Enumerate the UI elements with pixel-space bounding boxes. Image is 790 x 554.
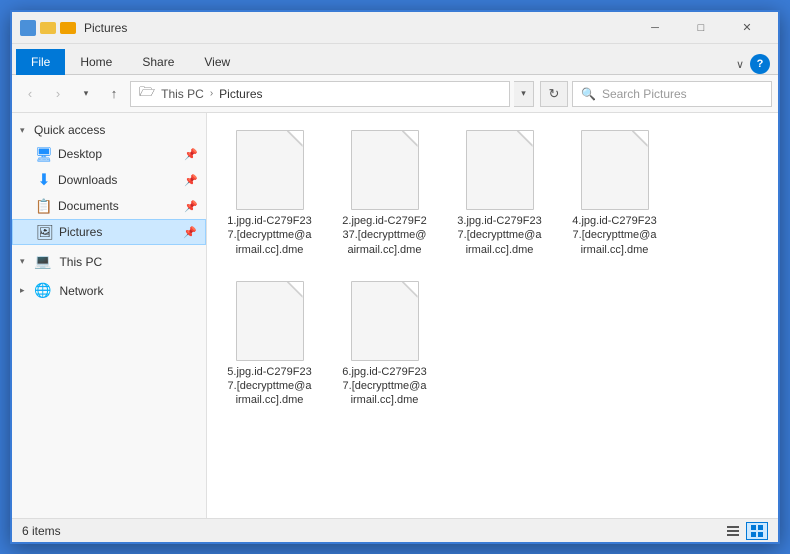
downloads-icon: ⬇ bbox=[36, 172, 52, 188]
network-icon: 🌐 bbox=[34, 282, 51, 299]
pin-icon-doc: 📌 bbox=[184, 200, 198, 213]
view-grid-icon bbox=[750, 524, 764, 538]
breadcrumb-pictures: Pictures bbox=[219, 87, 262, 101]
back-button[interactable]: ‹ bbox=[18, 82, 42, 106]
sidebar-item-desktop-label: Desktop bbox=[58, 147, 178, 161]
search-input[interactable]: 🔍 Search Pictures bbox=[572, 81, 772, 107]
file-page-icon-4 bbox=[581, 130, 649, 210]
sidebar-item-desktop[interactable]: 🖥 Desktop 📌 bbox=[12, 141, 206, 167]
pictures-icon: 🖼 bbox=[37, 224, 53, 240]
ribbon: File Home Share View ∨ ? bbox=[12, 44, 778, 75]
file-icon-container-5 bbox=[230, 281, 310, 361]
chevron-down-icon[interactable]: ∨ bbox=[736, 58, 744, 71]
network-label: Network bbox=[59, 284, 103, 298]
file-page-icon-3 bbox=[466, 130, 534, 210]
file-name-5: 5.jpg.id-C279F237.[decrypttme@airmail.cc… bbox=[227, 365, 311, 408]
view-list-button[interactable] bbox=[722, 522, 744, 540]
refresh-button[interactable]: ↻ bbox=[540, 81, 568, 107]
recent-locations-button[interactable]: ▾ bbox=[74, 82, 98, 106]
tab-home[interactable]: Home bbox=[65, 48, 127, 74]
address-bar: ‹ › ▾ ↑ 🗁 This PC › Pictures ▾ ↻ 🔍 Searc… bbox=[12, 75, 778, 113]
view-list-icon bbox=[726, 524, 740, 538]
tab-share[interactable]: Share bbox=[127, 48, 189, 74]
file-icon-container-4 bbox=[575, 130, 655, 210]
file-item-3[interactable]: 3.jpg.id-C279F237.[decrypttme@airmail.cc… bbox=[447, 123, 552, 264]
file-grid-wrapper: 1.jpg.id-C279F237.[decrypttme@airmail.cc… bbox=[207, 113, 778, 518]
ribbon-tabs: File Home Share View ∨ ? bbox=[12, 44, 778, 74]
file-item-5[interactable]: 5.jpg.id-C279F237.[decrypttme@airmail.cc… bbox=[217, 274, 322, 415]
tb-icon1 bbox=[20, 20, 36, 36]
file-icon-container-6 bbox=[345, 281, 425, 361]
file-name-4: 4.jpg.id-C279F237.[decrypttme@airmail.cc… bbox=[572, 214, 656, 257]
search-placeholder: Search Pictures bbox=[602, 87, 687, 101]
tab-file[interactable]: File bbox=[16, 49, 65, 75]
tb-icon3 bbox=[60, 22, 76, 34]
file-name-6: 6.jpg.id-C279F237.[decrypttme@airmail.cc… bbox=[342, 365, 426, 408]
sidebar-item-downloads[interactable]: ⬇ Downloads 📌 bbox=[12, 167, 206, 193]
title-bar: Pictures ─ □ ✕ bbox=[12, 12, 778, 44]
address-dropdown-button[interactable]: ▾ bbox=[514, 81, 534, 107]
sidebar-item-pictures[interactable]: 🖼 Pictures 📌 bbox=[12, 219, 206, 245]
network-chevron: ▸ bbox=[20, 285, 30, 296]
main-window: Pictures ─ □ ✕ File Home Share View ∨ ? … bbox=[10, 10, 780, 544]
sidebar-section-quick-access[interactable]: ▾ Quick access bbox=[12, 119, 206, 141]
pin-icon-pic: 📌 bbox=[183, 226, 197, 239]
file-page-icon-2 bbox=[351, 130, 419, 210]
file-item-4[interactable]: 4.jpg.id-C279F237.[decrypttme@airmail.cc… bbox=[562, 123, 667, 264]
search-icon: 🔍 bbox=[581, 87, 596, 101]
forward-button[interactable]: › bbox=[46, 82, 70, 106]
status-count: 6 items bbox=[22, 524, 61, 538]
tb-icon2 bbox=[40, 22, 56, 34]
view-buttons bbox=[722, 522, 768, 540]
file-page-icon-1 bbox=[236, 130, 304, 210]
pin-icon-dl: 📌 bbox=[184, 174, 198, 187]
sidebar-item-documents[interactable]: 📋 Documents 📌 bbox=[12, 193, 206, 219]
quick-access-label: Quick access bbox=[34, 123, 105, 137]
this-pc-icon: 💻 bbox=[34, 253, 51, 270]
view-grid-button[interactable] bbox=[746, 522, 768, 540]
close-button[interactable]: ✕ bbox=[724, 12, 770, 44]
documents-icon: 📋 bbox=[36, 198, 52, 214]
file-name-1: 1.jpg.id-C279F237.[decrypttme@airmail.cc… bbox=[227, 214, 311, 257]
sidebar-item-downloads-label: Downloads bbox=[58, 173, 178, 187]
file-icon-container-3 bbox=[460, 130, 540, 210]
sidebar-item-documents-label: Documents bbox=[58, 199, 178, 213]
this-pc-chevron: ▾ bbox=[20, 256, 30, 267]
file-name-2: 2.jpeg.id-C279F237.[decrypttme@airmail.c… bbox=[342, 214, 426, 257]
sidebar: ▾ Quick access 🖥 Desktop 📌 ⬇ Downloads 📌… bbox=[12, 113, 207, 518]
file-item-6[interactable]: 6.jpg.id-C279F237.[decrypttme@airmail.cc… bbox=[332, 274, 437, 415]
file-item-1[interactable]: 1.jpg.id-C279F237.[decrypttme@airmail.cc… bbox=[217, 123, 322, 264]
tab-view[interactable]: View bbox=[189, 48, 245, 74]
breadcrumb-chevron1: › bbox=[210, 88, 213, 99]
sidebar-section-this-pc[interactable]: ▾ 💻 This PC bbox=[12, 249, 206, 274]
status-bar: 6 items bbox=[12, 518, 778, 542]
file-item-2[interactable]: 2.jpeg.id-C279F237.[decrypttme@airmail.c… bbox=[332, 123, 437, 264]
window-title: Pictures bbox=[84, 21, 632, 35]
sidebar-item-pictures-label: Pictures bbox=[59, 225, 177, 239]
pin-icon: 📌 bbox=[184, 148, 198, 161]
file-name-3: 3.jpg.id-C279F237.[decrypttme@airmail.cc… bbox=[457, 214, 541, 257]
file-page-icon-5 bbox=[236, 281, 304, 361]
this-pc-label: This PC bbox=[59, 255, 102, 269]
minimize-button[interactable]: ─ bbox=[632, 12, 678, 44]
address-input[interactable]: 🗁 This PC › Pictures bbox=[130, 81, 510, 107]
folder-icon-small: 🗁 bbox=[139, 83, 155, 105]
breadcrumb-this-pc: This PC bbox=[161, 87, 204, 101]
content-area: ▾ Quick access 🖥 Desktop 📌 ⬇ Downloads 📌… bbox=[12, 113, 778, 518]
file-grid: 1.jpg.id-C279F237.[decrypttme@airmail.cc… bbox=[207, 113, 778, 425]
maximize-button[interactable]: □ bbox=[678, 12, 724, 44]
file-icon-container-2 bbox=[345, 130, 425, 210]
window-controls: ─ □ ✕ bbox=[632, 12, 770, 44]
file-page-icon-6 bbox=[351, 281, 419, 361]
sidebar-section-network[interactable]: ▸ 🌐 Network bbox=[12, 278, 206, 303]
file-icon-container-1 bbox=[230, 130, 310, 210]
desktop-icon: 🖥 bbox=[36, 146, 52, 162]
up-button[interactable]: ↑ bbox=[102, 82, 126, 106]
quick-access-chevron: ▾ bbox=[20, 125, 30, 136]
help-button[interactable]: ? bbox=[750, 54, 770, 74]
title-bar-icons bbox=[20, 20, 76, 36]
